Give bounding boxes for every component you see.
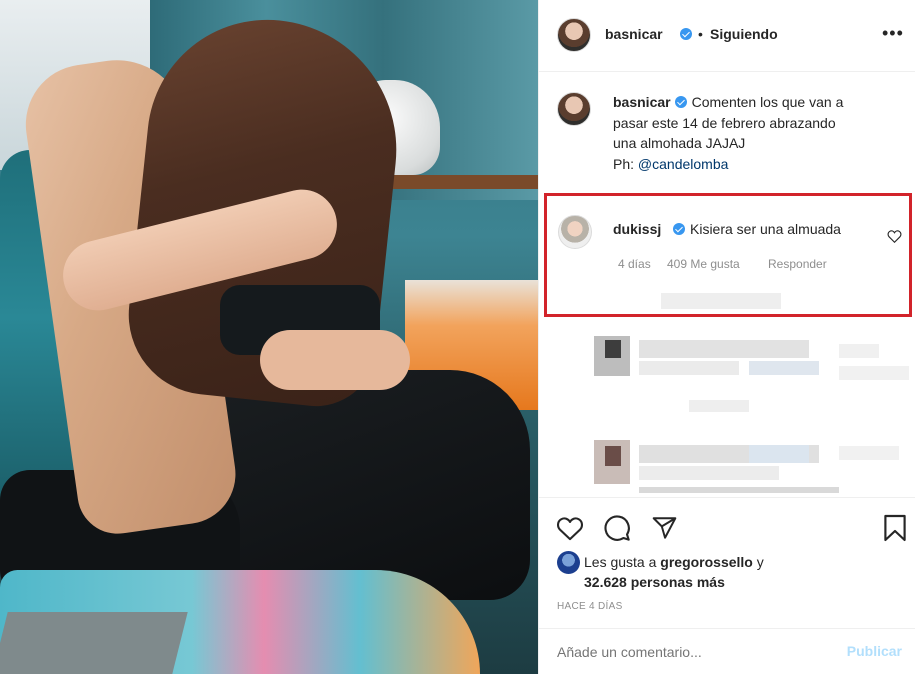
comment-input[interactable] xyxy=(557,644,817,660)
heart-outline-icon[interactable] xyxy=(887,229,902,243)
comment-bubble-icon[interactable] xyxy=(603,514,631,542)
post-sidebar: basnicar • Siguiendo ••• basnicar Comente… xyxy=(538,0,915,674)
caption-line-3: una almohada JAJAJ xyxy=(613,135,746,151)
commenter-username[interactable]: dukissj xyxy=(613,221,661,237)
paper-plane-icon[interactable] xyxy=(651,515,678,541)
post-date[interactable]: HACE 4 DÍAS xyxy=(557,601,623,612)
comment-age: 4 días xyxy=(618,257,651,271)
likes-summary: Les gusta a gregorossello y 32.628 perso… xyxy=(555,552,905,592)
add-comment-bar: Publicar xyxy=(539,628,915,674)
following-button[interactable]: Siguiendo xyxy=(710,26,778,42)
likes-suffix: y xyxy=(756,554,764,570)
publish-button[interactable]: Publicar xyxy=(847,643,902,659)
bookmark-icon[interactable] xyxy=(883,513,907,543)
photo-belly xyxy=(260,330,410,390)
post-header: basnicar • Siguiendo ••• xyxy=(539,0,915,72)
comment-text: Kisiera ser una almuada xyxy=(690,221,841,237)
likes-prefix: Les gusta a xyxy=(584,554,657,570)
verified-badge-icon xyxy=(674,96,687,108)
photo-laptop xyxy=(0,612,188,674)
separator-dot: • xyxy=(698,26,703,42)
caption-author-avatar[interactable] xyxy=(557,92,591,126)
post-actions-bar xyxy=(539,497,915,557)
comment-likes[interactable]: 409 Me gusta xyxy=(667,257,740,271)
likes-count[interactable]: 32.628 personas más xyxy=(584,574,725,590)
caption-line-1: Comenten los que van a xyxy=(691,94,844,110)
commenter-avatar[interactable] xyxy=(558,215,592,249)
verified-badge-icon xyxy=(673,223,685,235)
caption-line-2: pasar este 14 de febrero abrazando xyxy=(613,114,836,131)
post-caption: basnicar Comenten los que van a pasar est… xyxy=(613,92,903,174)
verified-badge-icon xyxy=(680,28,692,40)
caption-mention-link[interactable]: @candelomba xyxy=(638,156,729,172)
reply-button[interactable]: Responder xyxy=(768,257,827,271)
more-options-icon[interactable]: ••• xyxy=(882,23,904,44)
liker-username[interactable]: gregorossello xyxy=(660,554,753,570)
heart-icon[interactable] xyxy=(556,515,584,541)
post-photo[interactable] xyxy=(0,0,538,674)
caption-prefix: Ph: xyxy=(613,155,635,172)
author-avatar[interactable] xyxy=(557,18,591,52)
author-username[interactable]: basnicar xyxy=(605,26,663,42)
caption-author-username[interactable]: basnicar xyxy=(613,94,671,110)
